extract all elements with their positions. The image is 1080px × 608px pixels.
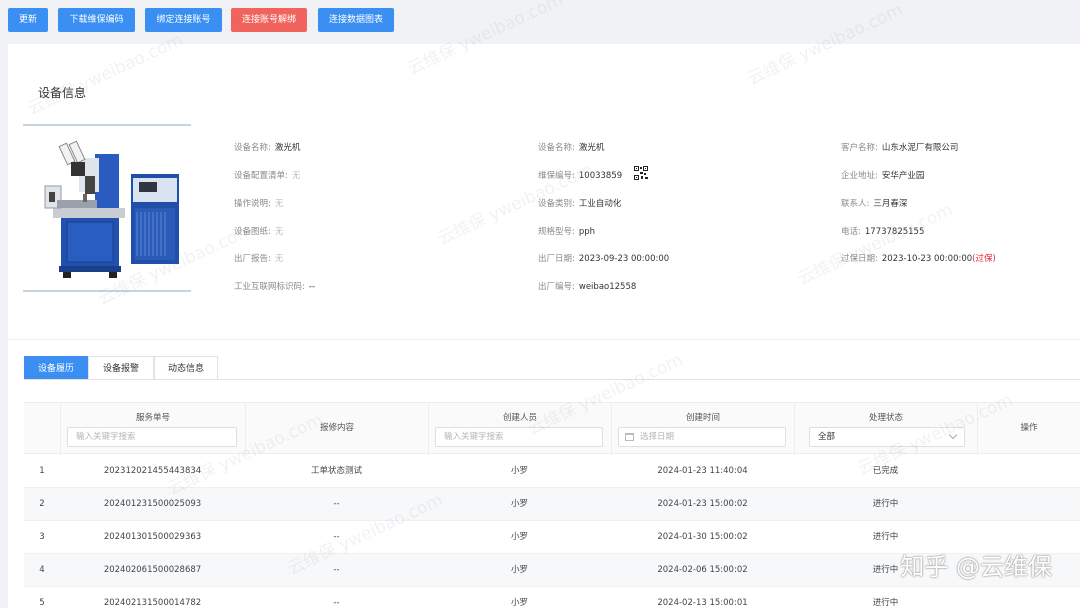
data-chart-button[interactable]: 连接数据图表	[318, 8, 394, 32]
col-creator: 创建人员 输入关键字搜索	[428, 403, 611, 455]
field-maintenance-no: 维保编号: 10033859	[538, 171, 623, 181]
bind-account-button[interactable]: 绑定连接账号	[145, 8, 222, 32]
tab-device-alarm[interactable]: 设备报警	[88, 356, 154, 380]
field-device-category: 设备类别: 工业自动化	[538, 199, 622, 209]
table-header: 服务单号 输入关键字搜索 报修内容 创建人员 输入关键字搜索 创建时间 选择日期…	[24, 402, 1080, 455]
field-config-list: 设备配置清单: 无	[234, 171, 301, 181]
table-row[interactable]: 2 202401231500025093 -- 小罗 2024-01-23 15…	[24, 488, 1080, 521]
field-contact: 联系人: 三月春深	[841, 199, 908, 209]
order-search-input[interactable]: 输入关键字搜索	[67, 427, 237, 447]
device-image	[23, 124, 191, 292]
field-device-name: 设备名称: 激光机	[234, 143, 301, 153]
section-divider	[8, 339, 1080, 340]
col-status: 处理状态 全部	[794, 403, 977, 455]
col-content: 报修内容	[245, 403, 428, 455]
calendar-icon	[625, 432, 634, 441]
table-row[interactable]: 1 202312021455443834 工单状态测试 小罗 2024-01-2…	[24, 455, 1080, 488]
toolbar: 更新 下载维保编码 绑定连接账号 连接账号解绑 连接数据图表	[0, 0, 1080, 42]
device-card: 设备信息 设备名称: 激光机 设备配置清单: 无 操作说明: 无 设备图纸: 无…	[8, 44, 1080, 608]
tab-dynamic-info[interactable]: 动态信息	[154, 356, 218, 380]
field-manual: 操作说明: 无	[234, 199, 284, 209]
field-company-address: 企业地址: 安华产业园	[841, 171, 925, 181]
field-drawings: 设备图纸: 无	[234, 227, 284, 237]
field-warranty-expiry: 过保日期: 2023-10-23 00:00:00(过保)	[841, 254, 996, 264]
update-button[interactable]: 更新	[8, 8, 48, 32]
qr-code-icon[interactable]	[634, 166, 648, 180]
laser-machine-image	[44, 140, 179, 278]
date-picker-input[interactable]: 选择日期	[618, 427, 786, 447]
field-industrial-id: 工业互联网标识码: --	[234, 282, 316, 292]
field-device-name-2: 设备名称: 激光机	[538, 143, 605, 153]
brand-watermark: 知乎 @云维保	[900, 553, 1052, 581]
download-code-button[interactable]: 下载维保编码	[58, 8, 135, 32]
expired-badge: (过保)	[972, 254, 996, 264]
creator-search-input[interactable]: 输入关键字搜索	[435, 427, 603, 447]
page-title: 设备信息	[38, 86, 87, 100]
field-phone: 电话: 17737825155	[841, 227, 925, 237]
field-customer-name: 客户名称: 山东水泥厂有限公司	[841, 143, 959, 153]
field-model: 规格型号: pph	[538, 227, 596, 237]
col-index	[24, 403, 60, 455]
status-select[interactable]: 全部	[809, 427, 965, 447]
field-factory-date: 出厂日期: 2023-09-23 00:00:00	[538, 254, 670, 264]
field-factory-report: 出厂报告: 无	[234, 254, 284, 264]
field-factory-no: 出厂编号: weibao12558	[538, 282, 637, 292]
col-actions: 操作	[977, 403, 1080, 455]
table-row[interactable]: 5 202402131500014782 -- 小罗 2024-02-13 15…	[24, 587, 1080, 608]
col-order-no: 服务单号 输入关键字搜索	[60, 403, 245, 455]
chevron-down-icon	[948, 430, 958, 440]
unbind-account-button[interactable]: 连接账号解绑	[231, 8, 307, 32]
tab-underline	[24, 379, 1080, 380]
tab-device-history[interactable]: 设备履历	[24, 356, 88, 380]
col-create-time: 创建时间 选择日期	[611, 403, 794, 455]
